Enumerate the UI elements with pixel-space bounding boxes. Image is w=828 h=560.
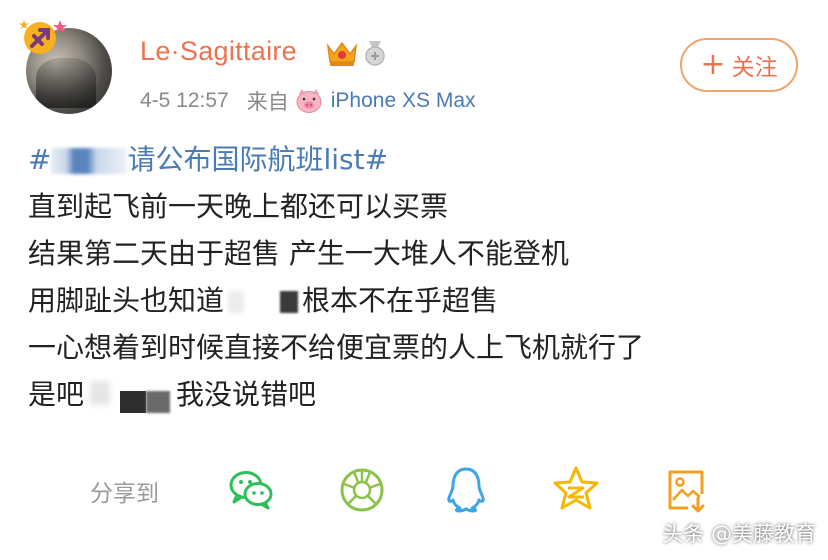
pig-icon <box>296 89 322 113</box>
qq-icon[interactable] <box>440 464 492 516</box>
redacted-block <box>224 287 302 317</box>
post-text: 我没说错吧 <box>176 378 317 411</box>
redacted-block <box>84 379 176 413</box>
username[interactable]: Le·Sagittaire <box>140 36 297 67</box>
post-line: # 请公布国际航班list# <box>28 136 644 183</box>
post-text: 用脚趾头也知道 <box>28 284 225 317</box>
post-line: 用脚趾头也知道 根本不在乎超售 <box>28 277 644 324</box>
wechat-icon[interactable] <box>226 464 278 516</box>
topic-suffix: 请公布国际航班list# <box>127 143 389 176</box>
topic-prefix: # <box>28 143 52 176</box>
topic-link[interactable]: # 请公布国际航班list# <box>28 143 388 176</box>
post-text: 是吧 <box>28 378 85 411</box>
save-image-icon[interactable] <box>660 464 712 516</box>
redacted-block <box>51 146 128 176</box>
vip-crown-icon <box>326 41 358 66</box>
plus-icon: + <box>700 47 726 82</box>
qzone-icon[interactable] <box>550 464 602 516</box>
follow-button[interactable]: + 关注 <box>680 38 798 92</box>
moments-icon[interactable] <box>336 464 388 516</box>
post-text: 根本不在乎超售 <box>302 284 499 317</box>
device-link[interactable]: iPhone XS Max <box>331 89 476 113</box>
post-body: # 请公布国际航班list# 直到起飞前一天晚上都还可以买票 结果第二天由于超售 … <box>28 136 644 418</box>
follow-label: 关注 <box>731 55 778 81</box>
post-line: 一心想着到时候直接不给便宜票的人上飞机就行了 <box>28 331 645 364</box>
post-line: 直到起飞前一天晚上都还可以买票 <box>28 190 449 223</box>
share-label: 分享到 <box>90 481 159 507</box>
post-time: 4-5 12:57 <box>140 89 229 112</box>
from-label: 来自 <box>246 91 289 114</box>
watermark: 头条 @美藤教育 <box>662 522 816 546</box>
post-line: 结果第二天由于超售 产生一大堆人不能登机 <box>28 237 569 270</box>
post-line: 是吧 我没说错吧 <box>28 371 644 418</box>
medal-icon <box>365 41 385 66</box>
zodiac-sagittarius-icon <box>19 20 67 54</box>
post-meta: 4-5 12:57 来自 iPhone XS Max <box>140 86 476 116</box>
avatar-group[interactable] <box>18 14 118 114</box>
